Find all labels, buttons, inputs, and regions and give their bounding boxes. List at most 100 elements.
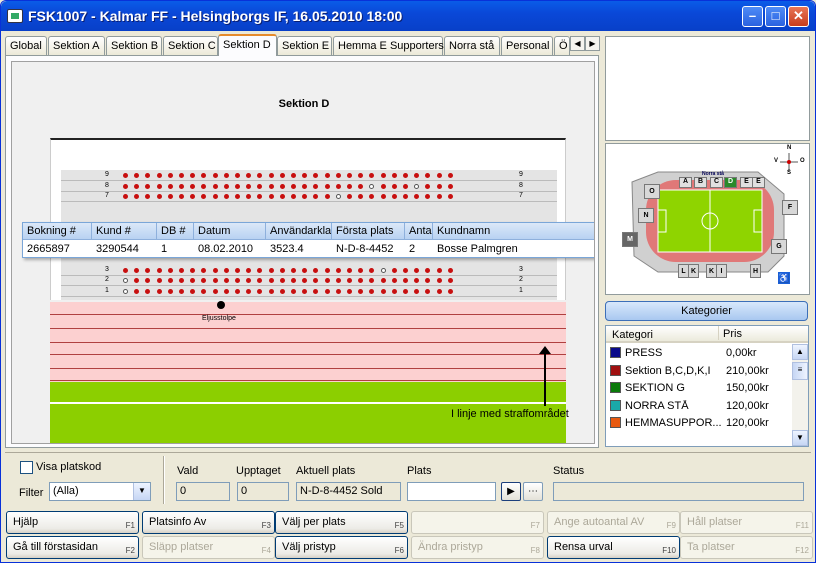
tab-overflow[interactable]: Ö xyxy=(554,36,570,55)
seat-sold[interactable] xyxy=(302,288,308,294)
seat-sold[interactable] xyxy=(235,267,240,273)
scroll-thumb[interactable]: ≡ xyxy=(792,362,808,380)
seat-sold[interactable] xyxy=(347,278,352,283)
seat-sold[interactable] xyxy=(179,183,184,189)
seat-sold[interactable] xyxy=(425,267,431,273)
seat-sold[interactable] xyxy=(123,194,128,199)
booking-column-header[interactable]: Datum xyxy=(194,223,266,240)
seat-sold[interactable] xyxy=(156,267,162,273)
tab-sektion-c[interactable]: Sektion C xyxy=(163,36,218,55)
seat-sold[interactable] xyxy=(347,288,352,294)
stand-label-bottom[interactable]: H xyxy=(750,264,761,278)
kategorier-button[interactable]: Kategorier xyxy=(605,301,808,321)
seat-sold[interactable] xyxy=(391,194,397,199)
seat-sold[interactable] xyxy=(447,278,453,283)
fkey-button-f6-välj-pristyp[interactable]: Välj pristyp F6 xyxy=(275,536,408,559)
stadium-overview-map[interactable]: N V O S Norra stå ABCDEE ONMFG LKKIH ♿ xyxy=(605,143,810,295)
seat-sold[interactable] xyxy=(179,173,184,178)
seat-sold[interactable] xyxy=(246,288,252,294)
seat-sold[interactable] xyxy=(302,183,308,189)
pris-column-header[interactable]: Pris xyxy=(718,326,742,340)
seat-sold[interactable] xyxy=(212,194,218,199)
seat-sold[interactable] xyxy=(447,194,453,199)
stand-label-top[interactable]: B xyxy=(694,177,707,188)
booking-column-header[interactable]: Användarkla xyxy=(266,223,332,240)
seat-sold[interactable] xyxy=(212,267,218,273)
seat-sold[interactable] xyxy=(212,288,218,294)
fkey-button-f11-håll-platser[interactable]: Håll platser F11 xyxy=(680,511,813,534)
tab-norra-sta[interactable]: Norra stå xyxy=(444,36,500,55)
seat-sold[interactable] xyxy=(391,173,397,178)
seat-sold[interactable] xyxy=(447,288,453,294)
seat-sold[interactable] xyxy=(123,173,128,178)
seat-sold[interactable] xyxy=(403,194,408,199)
seat-map-canvas[interactable]: Sektion D 9 9 8 8 7 7 3 3 2 2 1 1 Eljusstolpe I lin… xyxy=(11,61,595,444)
scroll-up-icon[interactable]: ▲ xyxy=(792,344,808,360)
stand-label-side[interactable]: N xyxy=(638,208,654,223)
plats-browse-button[interactable]: ⋯ xyxy=(523,482,543,501)
seat-sold[interactable] xyxy=(380,278,386,283)
seat-free[interactable] xyxy=(380,267,386,273)
visa-platskod-checkbox[interactable] xyxy=(20,461,33,474)
seat-sold[interactable] xyxy=(223,267,229,273)
seat-sold[interactable] xyxy=(324,288,330,294)
kategori-row[interactable]: NORRA STÅ 120,00kr xyxy=(608,398,792,415)
kategori-row[interactable]: HEMMASUPPOR... 120,00kr xyxy=(608,415,792,432)
maximize-button[interactable]: □ xyxy=(765,6,786,27)
seat-sold[interactable] xyxy=(391,278,397,283)
booking-column-header[interactable]: DB # xyxy=(157,223,194,240)
seat-sold[interactable] xyxy=(335,183,341,189)
seat-sold[interactable] xyxy=(391,288,397,294)
seat-sold[interactable] xyxy=(223,278,229,283)
seat-sold[interactable] xyxy=(279,278,285,283)
seat-sold[interactable] xyxy=(335,267,341,273)
tab-sektion-e[interactable]: Sektion E xyxy=(277,36,332,55)
seat-sold[interactable] xyxy=(223,173,229,178)
seat-sold[interactable] xyxy=(201,183,207,189)
seat-sold[interactable] xyxy=(167,194,173,199)
seat-sold[interactable] xyxy=(212,173,218,178)
seat-sold[interactable] xyxy=(335,278,341,283)
seat-sold[interactable] xyxy=(347,194,352,199)
seat-sold[interactable] xyxy=(212,278,218,283)
seat-sold[interactable] xyxy=(279,183,285,189)
seat-sold[interactable] xyxy=(380,173,386,178)
seat-sold[interactable] xyxy=(123,183,128,189)
seat-sold[interactable] xyxy=(257,288,263,294)
seat-sold[interactable] xyxy=(302,267,308,273)
seat-sold[interactable] xyxy=(447,267,453,273)
seat-sold[interactable] xyxy=(167,288,173,294)
seat-sold[interactable] xyxy=(179,194,184,199)
stand-label-side[interactable]: F xyxy=(782,200,798,215)
tab-scroll-right-icon[interactable]: ▶ xyxy=(585,36,600,51)
seat-sold[interactable] xyxy=(436,173,442,178)
seat-sold[interactable] xyxy=(313,183,319,189)
seat-sold[interactable] xyxy=(414,288,420,294)
seat-sold[interactable] xyxy=(279,194,285,199)
seat-sold[interactable] xyxy=(145,183,151,189)
stand-label-top[interactable]: E xyxy=(752,177,765,188)
seat-sold[interactable] xyxy=(190,288,196,294)
stand-label-side[interactable]: M xyxy=(622,232,638,247)
seat-sold[interactable] xyxy=(134,183,140,189)
seat-sold[interactable] xyxy=(279,267,285,273)
seat-sold[interactable] xyxy=(347,183,352,189)
seat-sold[interactable] xyxy=(145,288,151,294)
seat-sold[interactable] xyxy=(403,183,408,189)
seat-sold[interactable] xyxy=(313,267,319,273)
fkey-button-f4-släpp-platser[interactable]: Släpp platser F4 xyxy=(142,536,275,559)
seat-sold[interactable] xyxy=(447,173,453,178)
seat-sold[interactable] xyxy=(380,288,386,294)
seat-sold[interactable] xyxy=(257,183,263,189)
booking-column-header[interactable]: Första plats xyxy=(332,223,405,240)
seat-sold[interactable] xyxy=(223,288,229,294)
kategori-row[interactable]: Sektion B,C,D,K,I 210,00kr xyxy=(608,363,792,380)
seat-sold[interactable] xyxy=(212,183,218,189)
seat-sold[interactable] xyxy=(369,267,375,273)
fkey-button-f2-gå-till-förstasidan[interactable]: Gå till förstasidan F2 xyxy=(6,536,139,559)
seat-sold[interactable] xyxy=(123,267,128,273)
seat-sold[interactable] xyxy=(436,288,442,294)
seat-sold[interactable] xyxy=(223,194,229,199)
fkey-button-f1-hjälp[interactable]: Hjälp F1 xyxy=(6,511,139,534)
fkey-button-f8-ändra-pristyp[interactable]: Ändra pristyp F8 xyxy=(411,536,544,559)
